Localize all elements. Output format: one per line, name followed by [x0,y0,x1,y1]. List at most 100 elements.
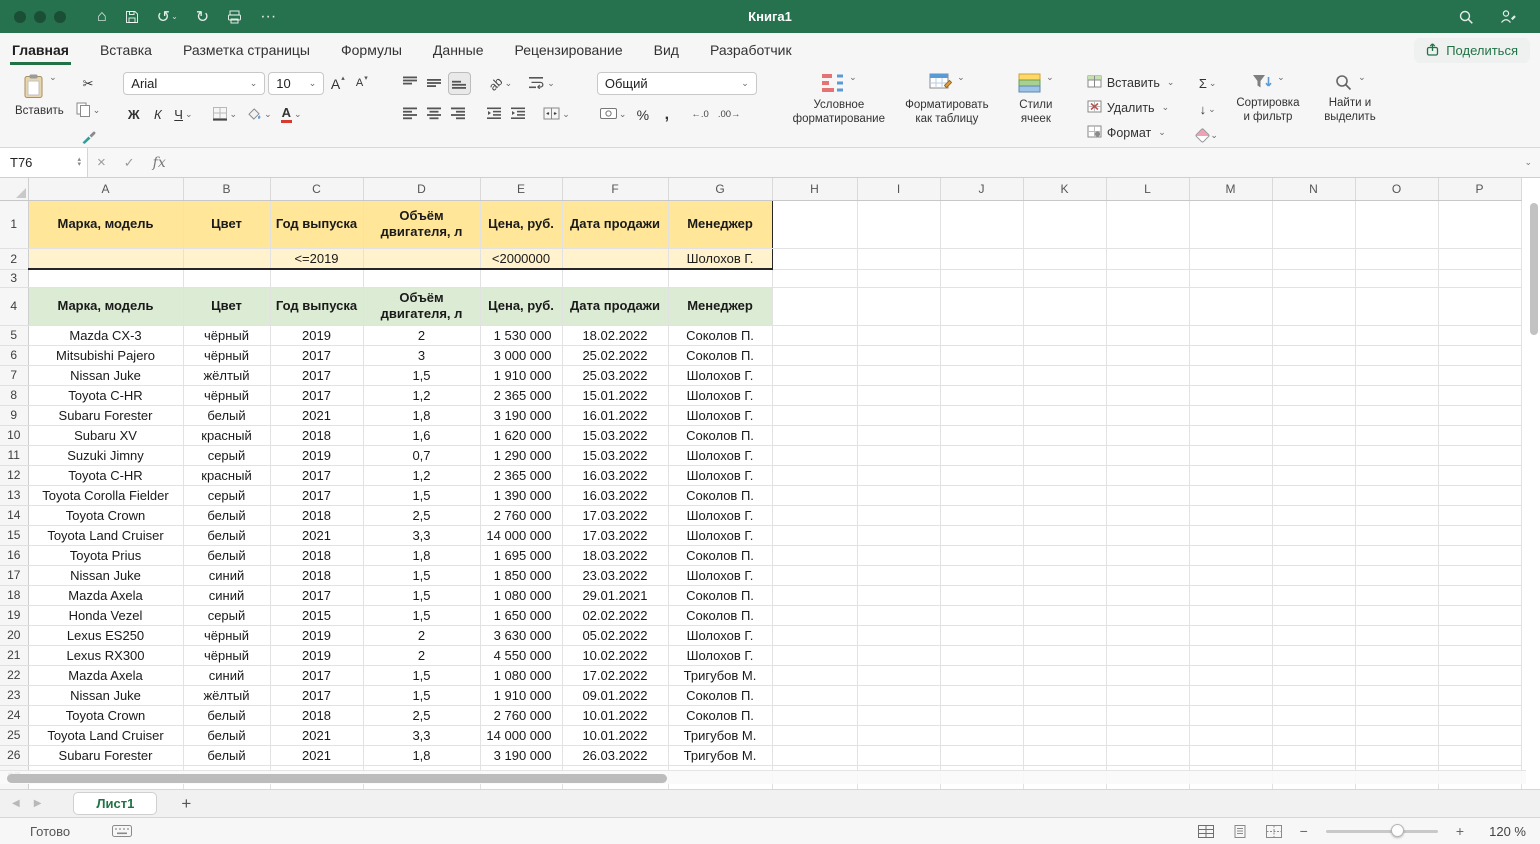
cell[interactable] [772,248,857,269]
accounting-format-button[interactable]: ⌄ [597,103,630,126]
cell[interactable]: красный [183,425,270,445]
row-number[interactable]: 8 [0,385,28,405]
cell[interactable] [940,685,1023,705]
cell[interactable] [1272,645,1355,665]
cell[interactable] [28,269,183,287]
cell[interactable] [772,525,857,545]
row-number[interactable]: 25 [0,725,28,745]
cell[interactable]: 3,3 [363,725,480,745]
cell[interactable] [940,385,1023,405]
minimize-window-button[interactable] [34,11,46,23]
cell[interactable]: 2021 [270,745,363,765]
cell[interactable]: 2 760 000 [480,705,562,725]
cell[interactable] [1023,385,1106,405]
cell[interactable] [857,685,940,705]
number-format-select[interactable]: Общий⌄ [597,72,757,95]
name-box[interactable]: T76 ▴▾ [0,148,88,177]
cell[interactable]: 1 620 000 [480,425,562,445]
cell[interactable]: 2,5 [363,705,480,725]
cell[interactable]: серый [183,605,270,625]
cell[interactable] [857,585,940,605]
cell[interactable] [1355,665,1438,685]
insert-function-button[interactable]: fx [153,155,166,171]
cell[interactable] [1106,269,1189,287]
cell[interactable]: 1,5 [363,485,480,505]
cell[interactable]: 2017 [270,385,363,405]
tab-dannye[interactable]: Данные [431,36,486,65]
cell[interactable] [1355,287,1438,325]
tab-vid[interactable]: Вид [652,36,681,65]
cell[interactable]: Марка, модель [28,200,183,248]
cell[interactable] [1272,248,1355,269]
cell[interactable] [1272,269,1355,287]
row-number[interactable]: 6 [0,345,28,365]
cell[interactable] [772,485,857,505]
cell[interactable] [1106,200,1189,248]
borders-button[interactable]: ⌄ [209,103,241,126]
cell[interactable]: 1,5 [363,565,480,585]
cell[interactable]: 15.03.2022 [562,445,668,465]
cell[interactable]: Toyota Land Cruiser [28,525,183,545]
cell[interactable] [772,665,857,685]
cell[interactable]: 2017 [270,485,363,505]
normal-view-icon[interactable] [1198,825,1214,838]
tab-razmetka[interactable]: Разметка страницы [181,36,312,65]
align-center-button[interactable] [424,103,445,126]
cell[interactable] [1438,625,1521,645]
cell[interactable] [1189,585,1272,605]
cell[interactable] [1355,725,1438,745]
cell[interactable]: 1 910 000 [480,685,562,705]
page-layout-view-icon[interactable] [1232,825,1248,838]
cell[interactable] [1438,365,1521,385]
cell[interactable] [772,585,857,605]
cell[interactable] [1355,545,1438,565]
cell[interactable] [1355,685,1438,705]
cell[interactable] [1272,425,1355,445]
cell[interactable] [1355,248,1438,269]
cell[interactable] [1106,565,1189,585]
cell[interactable]: 09.01.2022 [562,685,668,705]
cell[interactable]: Цвет [183,287,270,325]
cell[interactable] [1023,405,1106,425]
cell[interactable]: Соколов П. [668,605,772,625]
print-icon[interactable] [227,5,242,29]
cell[interactable] [1355,705,1438,725]
cell[interactable]: 25.03.2022 [562,365,668,385]
cell[interactable] [1355,269,1438,287]
cell[interactable] [1023,565,1106,585]
cell[interactable] [1106,405,1189,425]
share-button[interactable]: Поделиться [1414,38,1530,63]
cell[interactable] [1272,525,1355,545]
cell[interactable]: 3 190 000 [480,405,562,425]
cell[interactable]: чёрный [183,385,270,405]
decrease-font-button[interactable]: A▾ [351,72,372,95]
cell[interactable] [1355,465,1438,485]
row-number[interactable]: 10 [0,425,28,445]
cell[interactable] [183,248,270,269]
cell[interactable]: Соколов П. [668,585,772,605]
cell[interactable]: Соколов П. [668,705,772,725]
cell[interactable] [1438,345,1521,365]
orientation-button[interactable]: ab⌄ [486,72,515,95]
cell[interactable] [1106,248,1189,269]
cell[interactable]: 15.03.2022 [562,425,668,445]
row-number[interactable]: 1 [0,200,28,248]
clear-button[interactable]: ⌄ [1194,124,1221,147]
cell[interactable]: Шолохов Г. [668,445,772,465]
cell[interactable]: 1,5 [363,365,480,385]
cell[interactable] [1023,465,1106,485]
expand-formula-bar-icon[interactable]: ⌄ [1524,157,1532,168]
cell[interactable] [1189,200,1272,248]
cell[interactable]: 2019 [270,645,363,665]
cell[interactable] [1023,645,1106,665]
cell[interactable]: <=2019 [270,248,363,269]
cell[interactable] [1106,745,1189,765]
row-number[interactable]: 26 [0,745,28,765]
cell[interactable]: 2019 [270,625,363,645]
cell[interactable]: Mazda CX-3 [28,325,183,345]
cell[interactable] [270,269,363,287]
cell[interactable]: Subaru Forester [28,745,183,765]
sort-filter-button[interactable]: ⌄ Сортировка и фильтр [1229,72,1307,147]
cell[interactable] [940,465,1023,485]
cell[interactable]: 02.02.2022 [562,605,668,625]
